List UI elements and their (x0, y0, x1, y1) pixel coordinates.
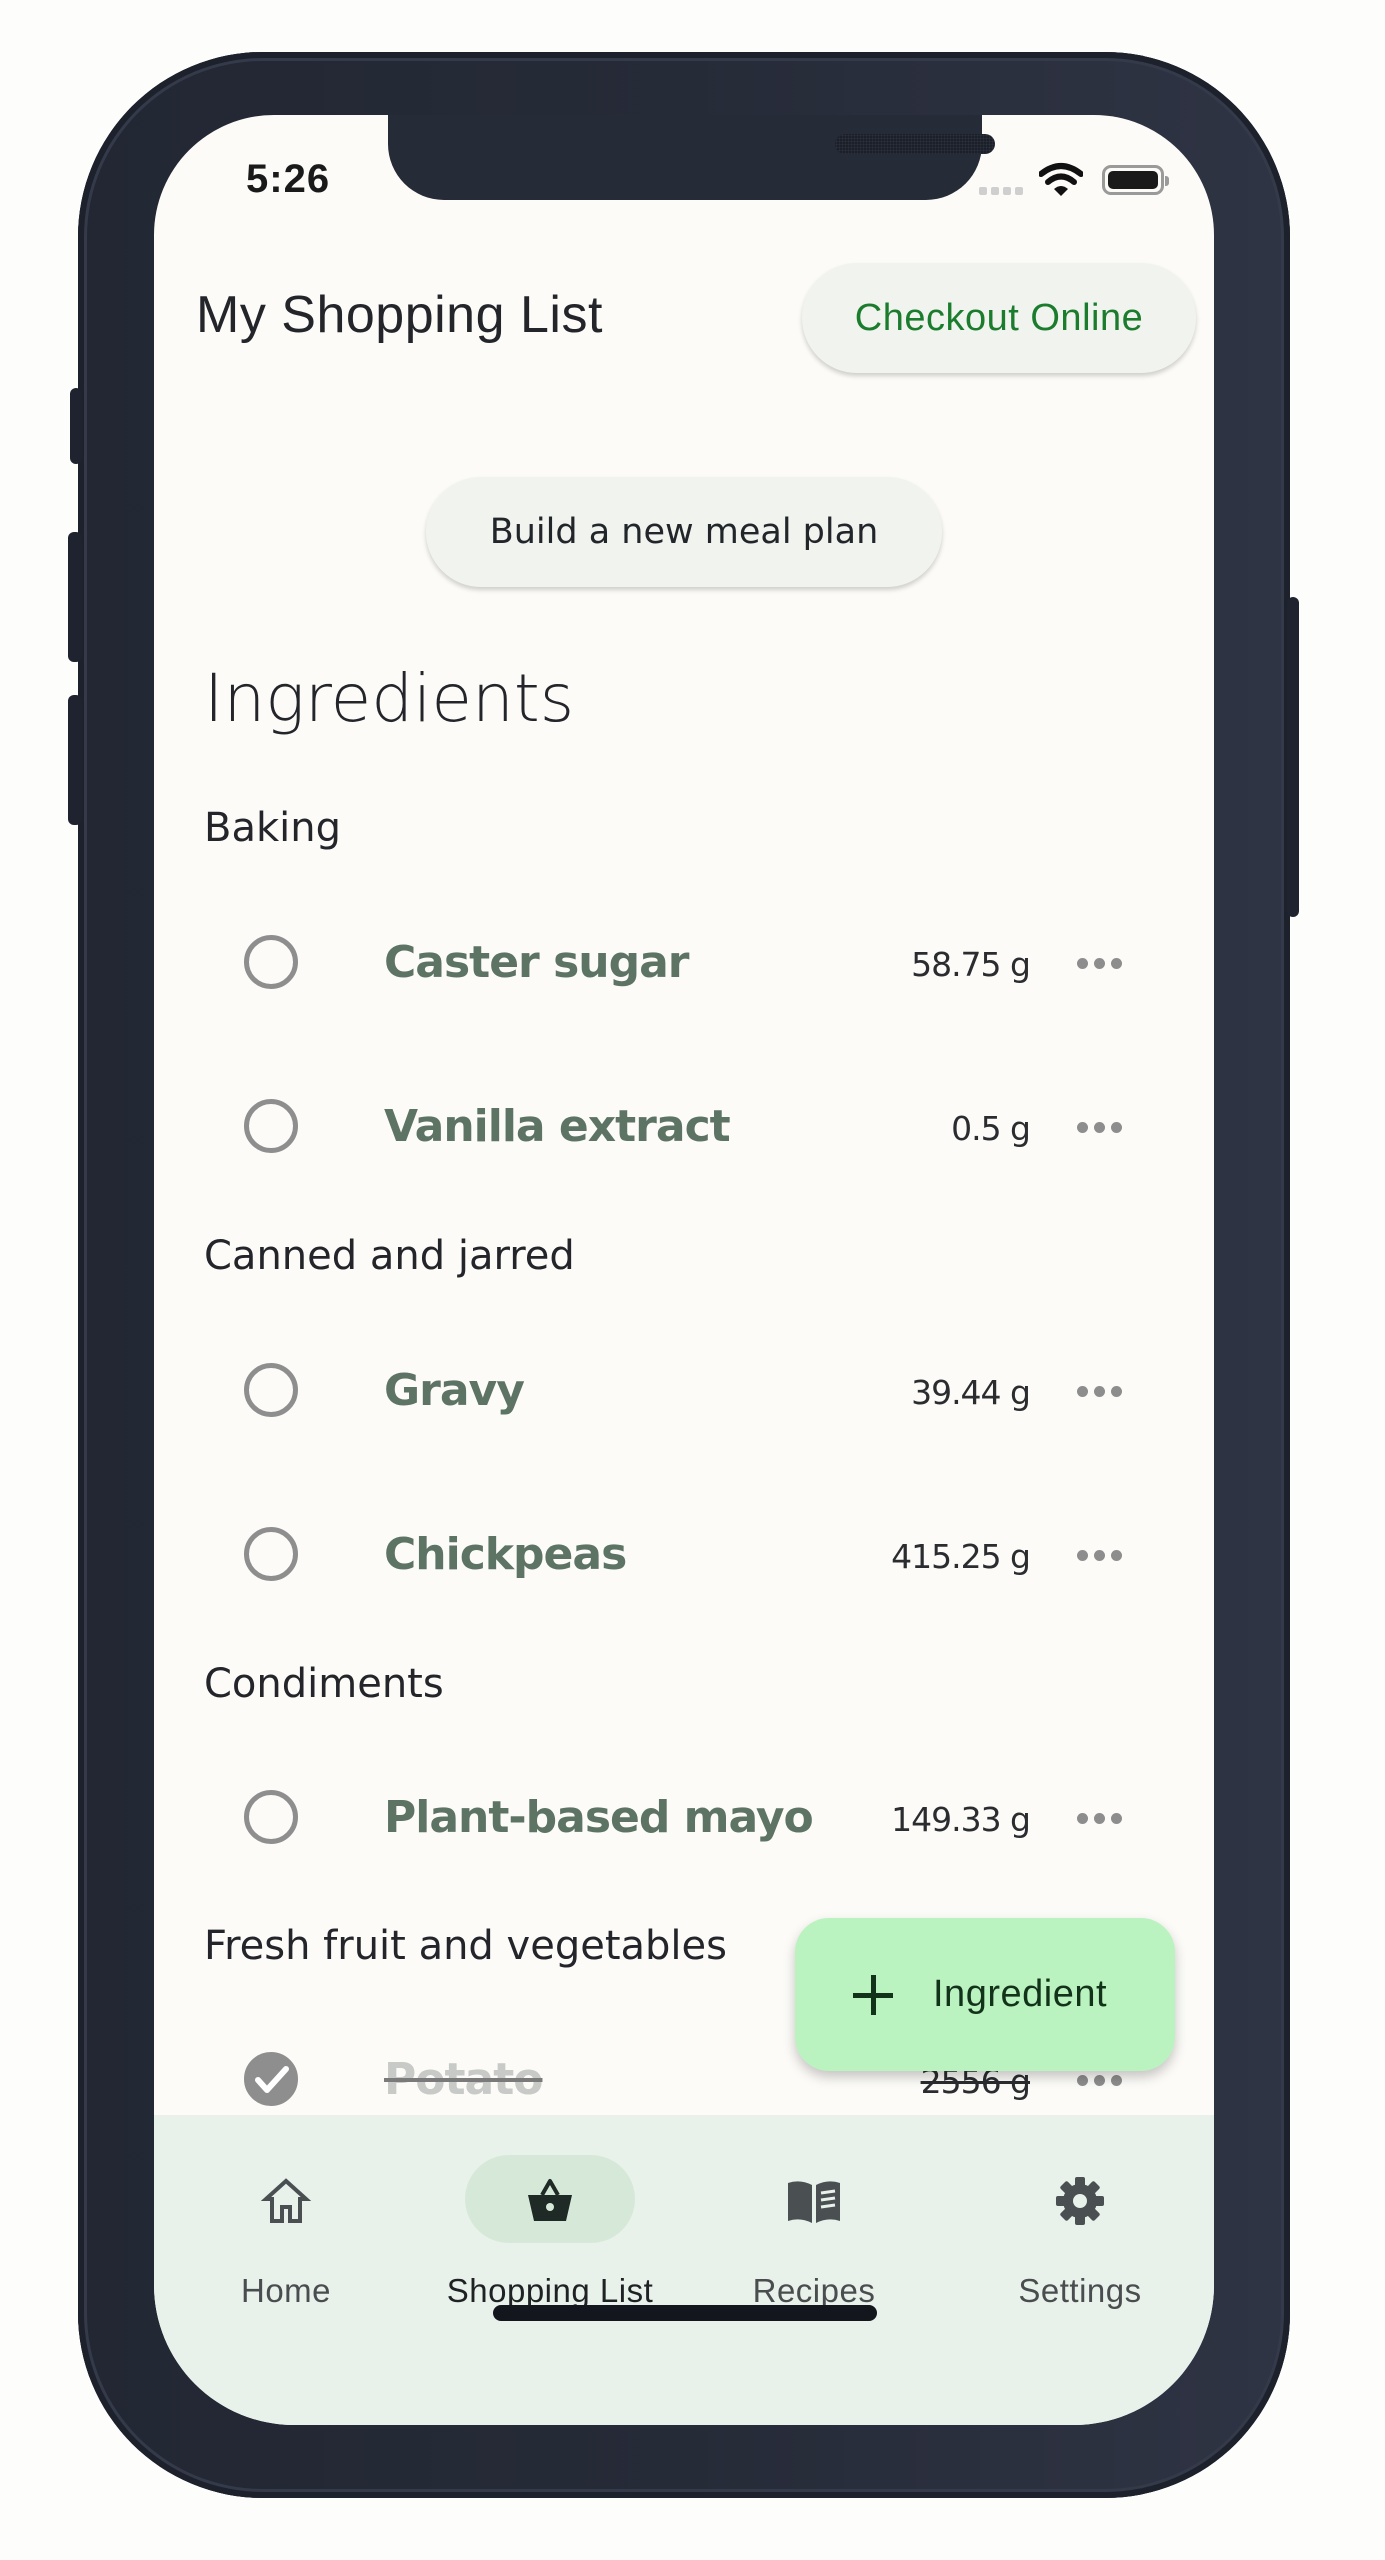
home-indicator[interactable] (493, 2305, 877, 2321)
more-options-icon[interactable] (1064, 1798, 1134, 1838)
item-quantity: 58.75 g (911, 945, 1031, 984)
list-item: Chickpeas 415.25 g (154, 1495, 1214, 1615)
list-item: Plant-based mayo 149.33 g (154, 1758, 1214, 1878)
nav-item-shopping-list[interactable]: Shopping List (430, 2155, 670, 2309)
cellular-dots-icon (979, 187, 1023, 195)
item-checkbox[interactable] (244, 1790, 298, 1844)
home-icon (260, 2178, 312, 2223)
speaker-grille (835, 134, 995, 154)
ingredients-heading: Ingredients (204, 660, 575, 737)
nav-label-home: Home (240, 2272, 332, 2309)
list-item: Gravy 39.44 g (154, 1331, 1214, 1451)
volume-up-button (68, 532, 82, 662)
gear-icon (1056, 2177, 1104, 2225)
bottom-navigation: Home Shopping List Recipes Settings (154, 2115, 1214, 2425)
category-label-baking: Baking (204, 805, 341, 851)
add-ingredient-button[interactable]: Ingredient (795, 1918, 1175, 2071)
item-quantity: 0.5 g (951, 1109, 1031, 1148)
more-options-icon[interactable] (1064, 1107, 1134, 1147)
item-checkbox-checked[interactable] (244, 2052, 298, 2106)
page-title: My Shopping List (196, 286, 603, 344)
more-options-icon[interactable] (1064, 1535, 1134, 1575)
list-item: Caster sugar 58.75 g (154, 903, 1214, 1023)
item-name[interactable]: Plant-based mayo (384, 1792, 814, 1843)
item-checkbox[interactable] (244, 1099, 298, 1153)
add-ingredient-label: Ingredient (933, 1973, 1108, 2015)
nav-label-settings: Settings (1018, 2272, 1142, 2309)
volume-down-button (68, 695, 82, 825)
list-item: Vanilla extract 0.5 g (154, 1067, 1214, 1187)
mute-switch (70, 388, 82, 464)
item-quantity: 149.33 g (891, 1800, 1031, 1839)
shopping-basket-icon (528, 2179, 572, 2221)
build-meal-plan-button[interactable]: Build a new meal plan (426, 477, 942, 587)
checkmark-icon (255, 2066, 289, 2093)
item-name[interactable]: Chickpeas (384, 1529, 627, 1580)
plus-icon (853, 1974, 893, 2015)
battery-icon (1102, 165, 1169, 195)
item-quantity: 415.25 g (891, 1537, 1031, 1576)
item-checkbox[interactable] (244, 1363, 298, 1417)
item-checkbox[interactable] (244, 1527, 298, 1581)
nav-item-settings[interactable]: Settings (960, 2155, 1200, 2309)
nav-item-recipes[interactable]: Recipes (694, 2155, 934, 2309)
checkout-online-button[interactable]: Checkout Online (802, 263, 1196, 373)
category-label-fresh-produce: Fresh fruit and vegetables (204, 1923, 727, 1969)
item-quantity: 39.44 g (911, 1373, 1031, 1412)
more-options-icon[interactable] (1064, 943, 1134, 983)
notch (388, 115, 995, 200)
wifi-icon (1039, 163, 1083, 196)
status-time: 5:26 (246, 157, 331, 201)
item-name[interactable]: Caster sugar (384, 937, 689, 988)
power-button (1287, 597, 1299, 917)
item-checkbox[interactable] (244, 935, 298, 989)
item-name[interactable]: Gravy (384, 1365, 525, 1416)
item-name[interactable]: Vanilla extract (384, 1101, 731, 1152)
book-icon (788, 2181, 840, 2223)
more-options-icon[interactable] (1064, 1371, 1134, 1411)
item-name[interactable]: Potato (384, 2054, 543, 2105)
nav-item-home[interactable]: Home (166, 2155, 406, 2309)
category-label-canned: Canned and jarred (204, 1233, 575, 1279)
app-screen: 5:26 My Shopping List Checkout Online Bu… (154, 115, 1214, 2425)
category-label-condiments: Condiments (204, 1661, 444, 1707)
